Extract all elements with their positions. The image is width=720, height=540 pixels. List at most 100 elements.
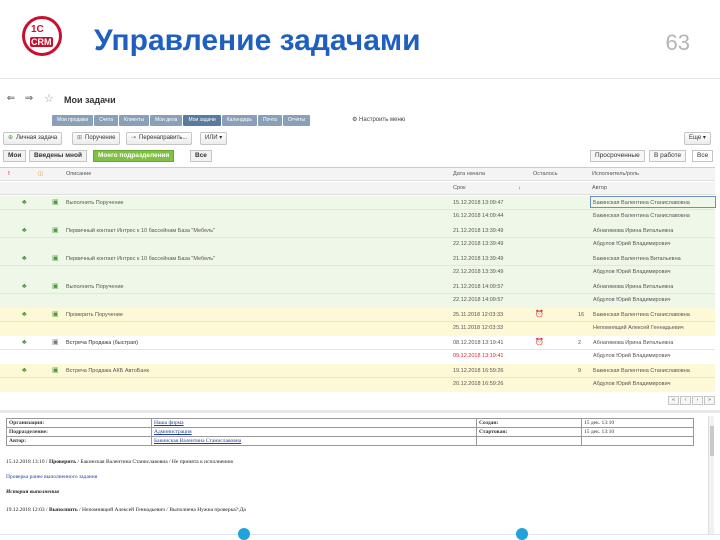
personal-task-button[interactable]: ⊕ Личная задача [3,132,63,145]
task-remaining: 2 [578,340,582,346]
task-description[interactable]: Первичный контакт Интрес к 10 бассейнам … [66,228,215,234]
scrollbar-thumb[interactable] [710,426,714,456]
menu-item[interactable]: Мои дела [150,115,183,126]
info-value[interactable]: Администрация [151,427,477,437]
task-author: Абдулов Юрий Владимирович [593,297,671,303]
task-details: Организация: Наша фирма Создан: 15 дек. 13:… [0,416,714,540]
filter-tab[interactable]: Все [190,150,212,162]
tasks-table: ! ◫ Описание Дата начала Осталось Исполн… [0,167,716,405]
more-button[interactable]: Еще ▾ [684,132,711,145]
crm-window: ⇐ ⇒ ☆ Мои задачи Мои продажи Счета Клиенты… [0,86,720,540]
pagination-button[interactable]: › [692,396,703,405]
table-header: ! ◫ Описание Дата начала Осталось Исполн… [0,168,715,181]
col-description[interactable]: Описание [66,171,91,177]
arrow-right-icon[interactable]: ⇒ [22,93,36,105]
setup-menu-button[interactable]: ⚙ Настроить меню [352,116,405,123]
or-dropdown[interactable]: ИЛИ ▾ [200,132,228,145]
task-description[interactable]: Встреча Продажа АКБ АвтоБанк [66,368,149,374]
page-number: 63 [665,30,690,55]
task-icon: ▣ [52,255,59,262]
status-filter-tab[interactable]: Просроченные [590,150,645,162]
crm-logo: 1С CRM [22,16,62,56]
info-value[interactable]: Бакинская Валентина Станиславовна [151,436,477,446]
slide-decoration [0,526,720,540]
task-info-table: Организация: Наша фирма Создан: 15 дек. 13:… [6,418,694,446]
task-description[interactable]: Проверить Поручение [66,312,123,318]
arrow-left-icon[interactable]: ⇐ [4,93,18,105]
task-description[interactable]: Первичный контакт Интрес к 10 бассейнам … [66,256,215,262]
task-description[interactable]: Встреча Продажа (быстрая) [66,340,138,346]
table-row[interactable]: ♣ ▣ Выполнить Поручение 15.12.2018 13:09:47… [0,196,716,224]
info-key-2: Создан: [476,418,582,428]
history-line-2: 19.12.2018 12:03 / Выполнить / Непомнящи… [6,507,246,513]
col-date-start[interactable]: Дата начала [453,171,485,177]
info-row: Подразделение: Администрация Стартован: 15 … [6,427,694,437]
status-filter-tab[interactable]: В работе [649,150,687,162]
task-description[interactable]: Выполнить Поручение [66,284,124,290]
task-executor: Бакинская Валентина Станиславовна [593,368,690,374]
menu-item[interactable]: Отчеты [282,115,311,126]
task-date-start: 19.12.2018 16:59:26 [453,368,504,374]
table-row[interactable]: ♣ ▣ Проверить Поручение 25.11.2018 12:03:33… [0,308,715,336]
task-deadline: 20.12.2018 16:59:26 [453,381,504,387]
logo-top-text: 1С [31,24,44,35]
menu-item[interactable]: Мои задачи [183,115,221,126]
redirect-button[interactable]: ⇢ Перенаправить... [126,132,193,145]
user-icon: ♣ [22,339,27,346]
pagination-button[interactable]: ‹ [680,396,691,405]
window-titlebar: ⇐ ⇒ ☆ Мои задачи [0,90,720,108]
row-divider [0,349,715,350]
user-icon: ♣ [22,311,27,318]
info-value[interactable]: Наша фирма [151,418,477,428]
task-executor: Бакинская Валентина Витальевна [593,256,681,262]
task-description[interactable]: Выполнить Поручение [66,200,124,206]
task-date-start: 08.12.2018 13:19:41 [453,340,504,346]
filter-tab[interactable]: Введены мной [29,150,87,162]
col-remaining[interactable]: Осталось [533,171,558,177]
redirect-label: Перенаправить... [139,135,188,141]
star-icon[interactable]: ☆ [44,92,54,105]
task-icon: ▣ [52,367,59,374]
table-row[interactable]: ♣ ▣ Первичный контакт Интрес к 10 бассейна… [0,252,715,280]
chevron-down-icon: ▾ [219,135,223,141]
filter-tab[interactable]: Моего подразделения [93,150,175,162]
assignment-button[interactable]: ⊞ Поручение [72,132,121,145]
table-row[interactable]: ♣ ▣ Встреча Продажа (быстрая) 08.12.2018 13… [0,336,715,364]
col-deadline[interactable]: Срок [453,185,466,191]
status-filter-tab[interactable]: Все [692,150,714,162]
col-executor[interactable]: Исполнитель/роль [592,171,639,177]
table-row[interactable]: ♣ ▣ Первичный контакт Интрес к 10 бассейна… [0,224,715,252]
sections-menu: Мои продажи Счета Клиенты Мои дела Мои задач… [52,115,311,126]
user-icon: ♣ [22,227,27,234]
task-executor: Абнагимова Ирина Витальевна [593,340,674,346]
menu-item[interactable]: Почта [257,115,282,126]
header-divider [0,78,720,79]
task-deadline: 25.11.2018 12:03:33 [453,325,504,331]
pagination-button[interactable]: » [704,396,715,405]
table-row[interactable]: ♣ ▣ Встреча Продажа АКБ АвтоБанк 19.12.2018… [0,364,715,392]
details-scrollbar[interactable] [708,416,714,534]
decoration-dot [238,528,250,540]
history-title: История выполнения [6,489,59,495]
info-key: Организация: [6,418,152,428]
setup-menu-label: Настроить меню [359,117,406,123]
task-icon: ▣ [52,311,59,318]
menu-item[interactable]: Мои продажи [52,115,94,126]
add-assignment-icon: ⊞ [77,135,83,141]
task-icon: ▣ [52,199,59,206]
pagination-button[interactable]: « [668,396,679,405]
menu-item[interactable]: Клиенты [118,115,150,126]
task-author: Абдулов Юрий Владимирович [593,353,671,359]
col-author[interactable]: Автор [592,185,607,191]
clock-icon: ⏰ [535,339,544,346]
table-row[interactable]: ♣ ▣ Выполнить Поручение 21.12.2018 14:09:57… [0,280,715,308]
menu-item[interactable]: Счета [94,115,118,126]
history-line-1: 15.12.2018 13:10 / Проверить / Бакинская… [6,459,233,465]
task-deadline: 09.12.2018 13:19:41 [453,353,504,359]
filter-tab[interactable]: Мои [3,150,27,162]
task-date-start: 21.12.2018 14:09:57 [453,284,504,290]
more-label: Еще [689,135,702,141]
pane-splitter[interactable] [0,410,720,413]
task-link[interactable]: Проверка ранее выполненного задания [6,474,97,480]
menu-item[interactable]: Календарь [221,115,257,126]
